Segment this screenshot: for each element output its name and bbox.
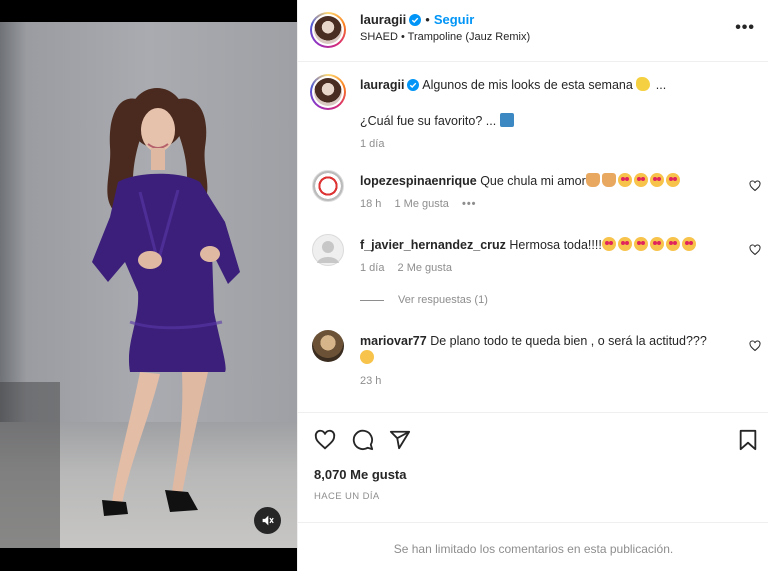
post-panel: lauragii • Seguir SHAED • Trampoline (Jauz… <box>297 0 768 571</box>
more-options-icon[interactable]: ••• <box>735 19 755 37</box>
heart-eyes-emoji-icon <box>617 173 632 187</box>
comment-meta: 1 día 2 Me gusta <box>360 260 740 277</box>
down-arrow-emoji-icon <box>499 113 514 127</box>
author-avatar[interactable] <box>310 12 346 48</box>
like-heart-icon[interactable] <box>314 429 336 451</box>
comment-body: f_javier_hernandez_cruz Hermosa toda!!!!… <box>360 237 740 277</box>
follow-button[interactable]: Seguir <box>434 12 474 27</box>
caption-meta: 1 día <box>360 136 740 153</box>
comment-text: Hermosa toda!!!! <box>509 238 602 252</box>
like-comment-icon[interactable] <box>749 180 761 192</box>
video-frame[interactable] <box>0 22 297 548</box>
thinking-emoji-icon <box>360 350 374 364</box>
share-paper-plane-icon[interactable] <box>389 429 411 451</box>
verified-badge-icon <box>407 79 420 96</box>
comment-meta: 23 h <box>360 373 740 390</box>
heart-eyes-emoji-icon <box>601 237 616 251</box>
caption-line2-wrap: ¿Cuál fue su favorito? ... <box>360 113 740 130</box>
author-username[interactable]: lauragii <box>360 12 406 27</box>
pray-emoji-icon <box>601 173 616 187</box>
comment-time[interactable]: 1 día <box>360 262 384 274</box>
commenter-avatar[interactable] <box>312 170 344 202</box>
comment-likes[interactable]: 2 Me gusta <box>398 262 452 274</box>
heart-eyes-emoji-icon <box>665 237 680 251</box>
chick-emoji-icon <box>636 77 651 91</box>
comment-text: Que chula mi amor <box>480 174 586 188</box>
comment-body: mariovar77 De plano todo te queda bien ,… <box>360 333 740 390</box>
speaker-muted-icon <box>262 515 274 526</box>
view-replies-label[interactable]: Ver respuestas (1) <box>398 294 488 306</box>
action-bar: 8,070 Me gusta HACE UN DÍA <box>298 412 768 522</box>
heart-eyes-emoji-icon <box>633 237 648 251</box>
comment-text: De plano todo te queda bien , o será la … <box>430 334 707 348</box>
comment-username[interactable]: mariovar77 <box>360 334 427 348</box>
post-media[interactable] <box>0 0 297 571</box>
verified-badge-icon <box>409 14 422 29</box>
likes-count[interactable]: 8,070 Me gusta <box>314 467 407 482</box>
comment-likes[interactable]: 1 Me gusta <box>394 198 448 210</box>
heart-eyes-emoji-icon <box>649 237 664 251</box>
heart-eyes-emoji-icon <box>681 237 696 251</box>
post-header: lauragii • Seguir SHAED • Trampoline (Jauz… <box>298 0 768 62</box>
header-separator: • <box>425 12 430 27</box>
caption-time[interactable]: 1 día <box>360 138 384 150</box>
comment-bubble-icon[interactable] <box>352 429 374 451</box>
comment-time[interactable]: 18 h <box>360 198 381 210</box>
comment-more-icon[interactable]: ••• <box>462 198 477 210</box>
audio-track-link[interactable]: SHAED • Trampoline (Jauz Remix) <box>360 31 530 43</box>
save-bookmark-icon[interactable] <box>738 429 758 451</box>
caption-text-line1: Algunos de mis looks de esta semana <box>422 78 633 92</box>
commenter-avatar[interactable] <box>312 330 344 362</box>
caption-username[interactable]: lauragii <box>360 78 404 92</box>
heart-eyes-emoji-icon <box>617 237 632 251</box>
header-top-line: lauragii • Seguir <box>360 12 474 29</box>
mute-button[interactable] <box>254 507 281 534</box>
comment-time[interactable]: 23 h <box>360 375 381 387</box>
commenter-avatar[interactable] <box>312 234 344 266</box>
heart-eyes-emoji-icon <box>665 173 680 187</box>
pray-emoji-icon <box>585 173 600 187</box>
caption-text-line2: ¿Cuál fue su favorito? ... <box>360 114 497 128</box>
caption-body: lauragii Algunos de mis looks de esta se… <box>360 77 740 153</box>
comment-meta: 18 h 1 Me gusta ••• <box>360 196 740 213</box>
like-comment-icon[interactable] <box>749 340 761 352</box>
view-replies-button[interactable]: Ver respuestas (1) <box>360 294 488 306</box>
comment-body: lopezespinaenrique Que chula mi amor 18 … <box>360 173 740 213</box>
like-comment-icon[interactable] <box>749 244 761 256</box>
comments-limited-notice: Se han limitado los comentarios en esta … <box>298 522 768 571</box>
comment-username[interactable]: f_javier_hernandez_cruz <box>360 238 506 252</box>
heart-eyes-emoji-icon <box>649 173 664 187</box>
caption-ellipsis: ... <box>655 78 667 92</box>
post-date[interactable]: HACE UN DÍA <box>314 491 380 502</box>
comment-username[interactable]: lopezespinaenrique <box>360 174 477 188</box>
woman-figure <box>92 88 240 516</box>
heart-eyes-emoji-icon <box>633 173 648 187</box>
comments-list[interactable]: lauragii Algunos de mis looks de esta se… <box>298 62 768 412</box>
caption-avatar[interactable] <box>310 74 346 110</box>
replies-divider <box>360 299 384 301</box>
